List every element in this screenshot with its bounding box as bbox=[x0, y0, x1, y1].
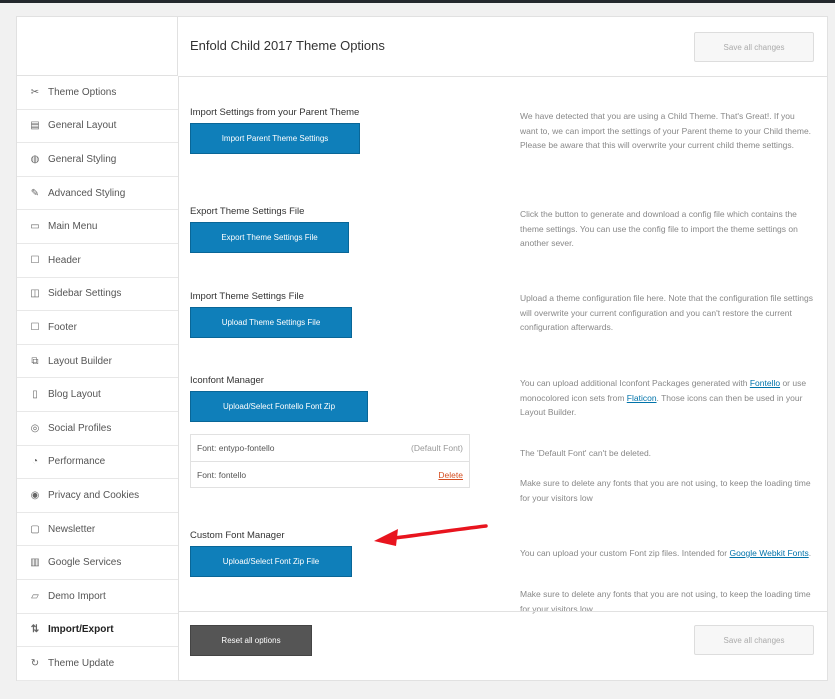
import-icon: ▱ bbox=[31, 590, 39, 602]
iconfont-list: Font: entypo-fontello (Default Font) Fon… bbox=[190, 434, 470, 488]
sidebar-item-sidebar-settings[interactable]: ◫ Sidebar Settings bbox=[17, 278, 178, 312]
iconfont-cleanup-note: Make sure to delete any fonts that you a… bbox=[520, 478, 811, 503]
sidebar-item-privacy-and-cookies[interactable]: ◉ Privacy and Cookies bbox=[17, 479, 178, 513]
map-icon: ▥ bbox=[30, 557, 40, 569]
performance-icon: ◔ bbox=[31, 456, 39, 468]
options-footer: Reset all options Save all changes bbox=[178, 611, 827, 681]
font-row-fontello: Font: fontello Delete bbox=[191, 461, 469, 487]
export-title: Export Theme Settings File bbox=[190, 206, 305, 217]
sidebar-item-label: Sidebar Settings bbox=[48, 288, 122, 300]
layout-icon: ▤ bbox=[30, 120, 40, 132]
export-settings-button[interactable]: Export Theme Settings File bbox=[190, 222, 349, 253]
logo-area bbox=[17, 17, 178, 76]
import-export-icon: ⇅ bbox=[30, 624, 40, 636]
sidebar-item-label: Layout Builder bbox=[48, 355, 112, 367]
palette-icon: ◍ bbox=[30, 153, 40, 165]
wand-icon: ✎ bbox=[30, 187, 40, 199]
custom-font-description: You can upload your custom Font zip file… bbox=[520, 546, 815, 561]
import-file-description: Upload a theme configuration file here. … bbox=[520, 293, 813, 332]
custom-font-desc-text: You can upload your custom Font zip file… bbox=[520, 548, 730, 558]
font-row-entypo: Font: entypo-fontello (Default Font) bbox=[191, 435, 469, 461]
sidebar-item-label: Google Services bbox=[48, 557, 122, 569]
sidebar-item-header[interactable]: ☐ Header bbox=[17, 244, 178, 278]
sidebar-item-import-export[interactable]: ⇅ Import/Export bbox=[17, 613, 178, 648]
admin-top-bar bbox=[0, 0, 835, 3]
sidebar-item-theme-update[interactable]: ↻ Theme Update bbox=[17, 647, 178, 681]
sidebar-item-label: Main Menu bbox=[48, 221, 98, 233]
sidebar-item-advanced-styling[interactable]: ✎ Advanced Styling bbox=[17, 177, 178, 211]
sidebar-item-label: General Layout bbox=[48, 120, 117, 132]
sidebar-item-general-layout[interactable]: ▤ General Layout bbox=[17, 110, 178, 144]
sidebar-icon: ◫ bbox=[30, 288, 40, 300]
sidebar-item-label: Footer bbox=[48, 321, 77, 333]
privacy-icon: ◉ bbox=[30, 489, 40, 501]
sidebar-item-newsletter[interactable]: ▢ Newsletter bbox=[17, 513, 178, 547]
options-header: Enfold Child 2017 Theme Options Save all… bbox=[178, 17, 827, 77]
iconfont-description: You can upload additional Iconfont Packa… bbox=[520, 376, 815, 420]
sidebar-item-google-services[interactable]: ▥ Google Services bbox=[17, 546, 178, 580]
default-font-note: The 'Default Font' can't be deleted. bbox=[520, 448, 652, 458]
iconfont-manager-title: Iconfont Manager bbox=[190, 375, 264, 386]
sidebar-item-label: Advanced Styling bbox=[48, 187, 126, 199]
refresh-icon: ↻ bbox=[30, 657, 40, 669]
sidebar-item-demo-import[interactable]: ▱ Demo Import bbox=[17, 580, 178, 614]
import-export-content: Import Settings from your Parent Theme I… bbox=[178, 76, 827, 614]
import-parent-settings-button[interactable]: Import Parent Theme Settings bbox=[190, 123, 360, 154]
export-description: Click the button to generate and downloa… bbox=[520, 209, 798, 248]
google-webkit-fonts-link[interactable]: Google Webkit Fonts bbox=[729, 548, 808, 558]
page-title: Enfold Child 2017 Theme Options bbox=[190, 38, 385, 53]
sidebar-item-blog-layout[interactable]: ▯ Blog Layout bbox=[17, 378, 178, 412]
parent-import-title: Import Settings from your Parent Theme bbox=[190, 107, 360, 118]
sidebar-item-footer[interactable]: ☐ Footer bbox=[17, 311, 178, 345]
sidebar-item-theme-options[interactable]: ✂ Theme Options bbox=[17, 76, 178, 110]
upload-settings-file-button[interactable]: Upload Theme Settings File bbox=[190, 307, 352, 338]
red-arrow-annotation bbox=[374, 524, 488, 546]
sidebar-item-label: Social Profiles bbox=[48, 422, 112, 434]
sidebar-item-general-styling[interactable]: ◍ General Styling bbox=[17, 143, 178, 177]
save-all-button-bottom[interactable]: Save all changes bbox=[694, 625, 814, 655]
upload-fontello-zip-button[interactable]: Upload/Select Fontello Font Zip bbox=[190, 391, 368, 422]
sidebar-item-main-menu[interactable]: ▭ Main Menu bbox=[17, 210, 178, 244]
delete-font-link[interactable]: Delete bbox=[438, 470, 463, 480]
theme-options-panel: Enfold Child 2017 Theme Options Save all… bbox=[16, 16, 828, 681]
sidebar-item-label: Header bbox=[48, 254, 81, 266]
sidebar-item-label: Newsletter bbox=[48, 523, 96, 535]
flaticon-link[interactable]: Flaticon bbox=[627, 393, 657, 403]
sidebar-item-label: Privacy and Cookies bbox=[48, 489, 140, 501]
import-file-title: Import Theme Settings File bbox=[190, 291, 304, 302]
sidebar-item-label: Theme Options bbox=[48, 86, 117, 98]
sidebar-item-label: Blog Layout bbox=[48, 389, 101, 401]
options-sidebar: ✂ Theme Options ▤ General Layout ◍ General St… bbox=[17, 76, 179, 681]
builder-icon: ⧉ bbox=[31, 355, 39, 367]
sidebar-item-label: Theme Update bbox=[48, 657, 115, 669]
default-font-label: (Default Font) bbox=[411, 443, 463, 453]
upload-font-zip-button[interactable]: Upload/Select Font Zip File bbox=[190, 546, 352, 577]
sidebar-item-label: General Styling bbox=[48, 153, 117, 165]
parent-import-description: We have detected that you are using a Ch… bbox=[520, 111, 812, 150]
font-name: Font: fontello bbox=[197, 469, 247, 480]
custom-font-desc-text-2: . bbox=[808, 548, 812, 558]
fontello-link[interactable]: Fontello bbox=[750, 378, 780, 388]
sidebar-item-layout-builder[interactable]: ⧉ Layout Builder bbox=[17, 345, 178, 379]
custom-font-manager-title: Custom Font Manager bbox=[190, 530, 285, 541]
sidebar-item-label: Demo Import bbox=[48, 590, 106, 602]
sidebar-item-social-profiles[interactable]: ◎ Social Profiles bbox=[17, 412, 178, 446]
blog-icon: ▯ bbox=[32, 389, 38, 401]
newsletter-icon: ▢ bbox=[30, 523, 40, 535]
sidebar-item-label: Import/Export bbox=[48, 624, 114, 636]
social-icon: ◎ bbox=[30, 422, 40, 434]
menu-icon: ▭ bbox=[30, 221, 40, 233]
font-name: Font: entypo-fontello bbox=[197, 443, 275, 453]
wrench-icon: ✂ bbox=[30, 86, 40, 98]
save-all-button-top[interactable]: Save all changes bbox=[694, 32, 814, 62]
header-icon: ☐ bbox=[30, 254, 40, 266]
footer-icon: ☐ bbox=[30, 321, 40, 333]
iconfont-desc-text: You can upload additional Iconfont Packa… bbox=[520, 378, 750, 388]
reset-all-options-button[interactable]: Reset all options bbox=[190, 625, 312, 656]
sidebar-item-performance[interactable]: ◔ Performance bbox=[17, 446, 178, 480]
sidebar-item-label: Performance bbox=[48, 456, 106, 468]
